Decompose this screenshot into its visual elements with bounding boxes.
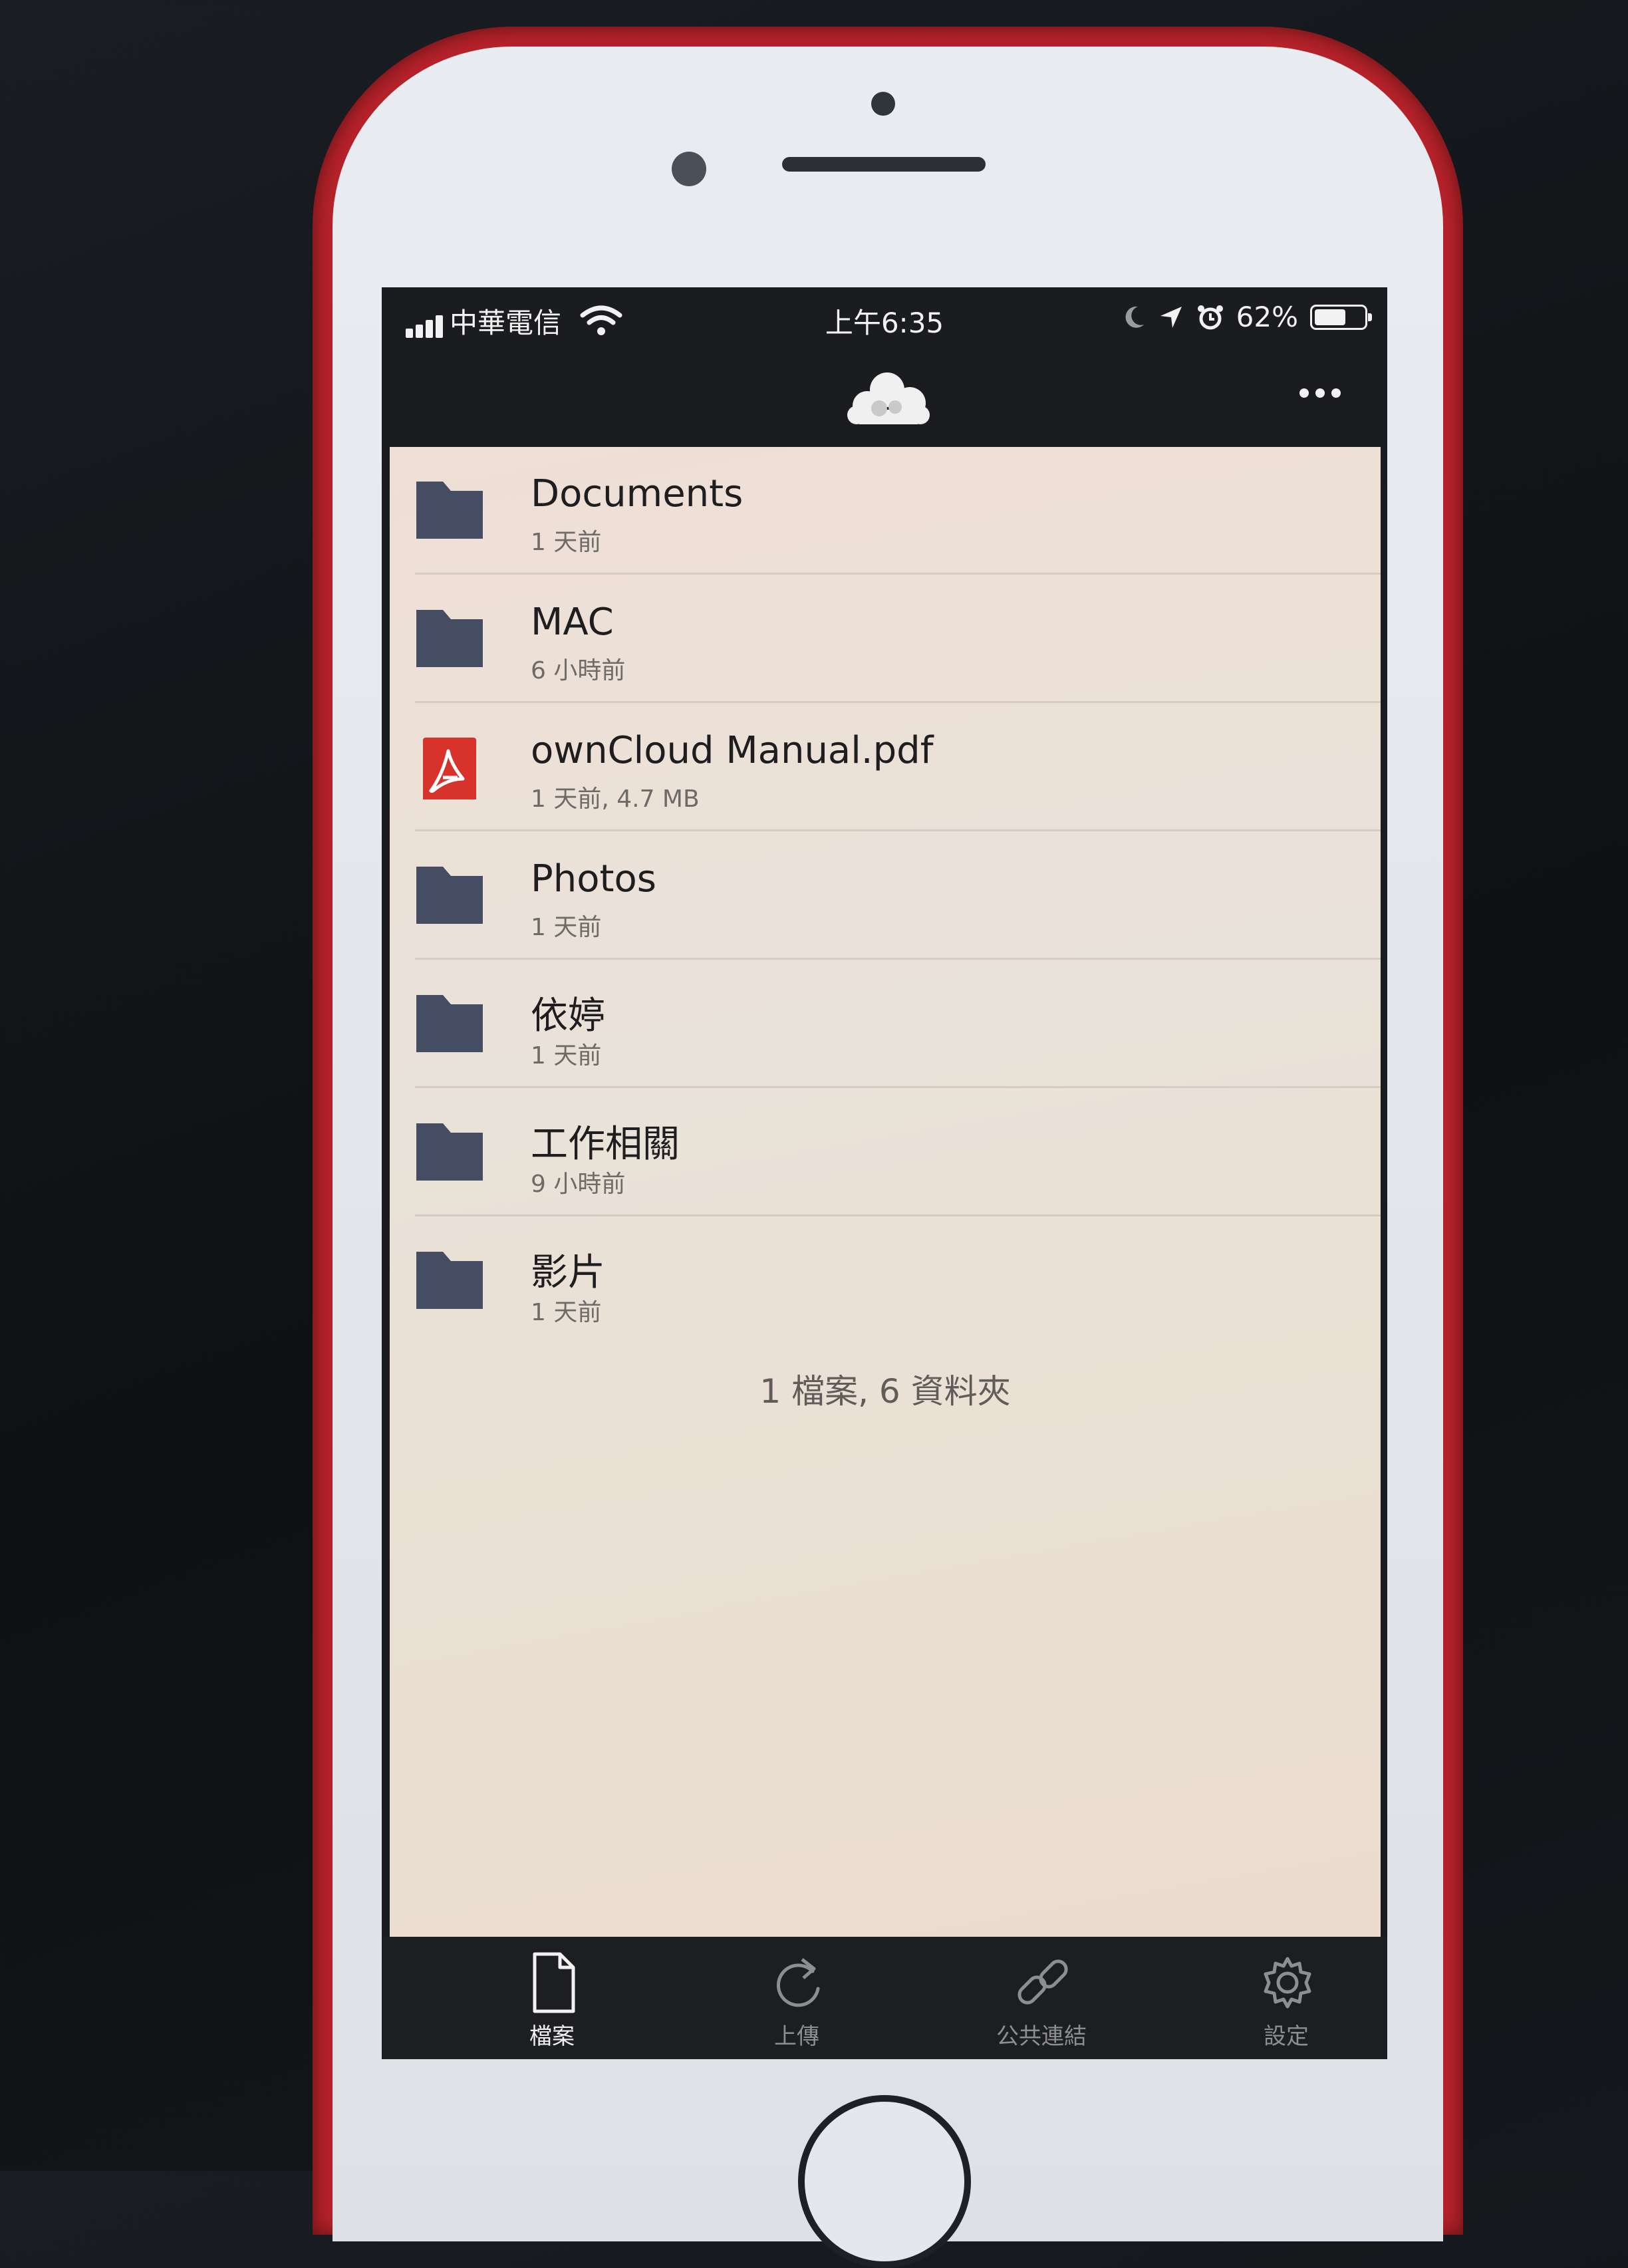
tab-label: 公共連結	[996, 2023, 1087, 2050]
folder-icon	[416, 995, 483, 1052]
folder-icon	[416, 867, 483, 924]
tab-label: 設定	[1264, 2023, 1309, 2050]
file-name: Documents	[531, 472, 744, 515]
file-meta: 1 天前, 4.7 MB	[531, 785, 700, 813]
folder-icon	[416, 1123, 483, 1181]
row-divider	[415, 958, 1381, 960]
file-name: MAC	[531, 601, 614, 644]
list-item[interactable]: MAC 6 小時前	[390, 575, 1381, 703]
battery-percent: 62%	[1236, 301, 1298, 333]
file-meta: 1 天前	[531, 914, 602, 941]
list-item[interactable]: ownCloud Manual.pdf 1 天前, 4.7 MB	[390, 704, 1381, 831]
list-item[interactable]: 依婷 1 天前	[390, 960, 1381, 1088]
tab-label: 上傳	[774, 2023, 819, 2050]
tab-label: 檔案	[529, 2023, 575, 2050]
list-item[interactable]: Documents 1 天前	[390, 447, 1381, 575]
list-item[interactable]: Photos 1 天前	[390, 832, 1381, 960]
file-meta: 1 天前	[531, 1299, 602, 1326]
front-camera	[672, 152, 706, 186]
status-bar: 中華電信 上午6:35 62%	[382, 287, 1387, 354]
row-divider	[415, 829, 1381, 831]
row-divider	[415, 1086, 1381, 1088]
tab-settings[interactable]: 設定	[1213, 1937, 1359, 2059]
battery-fill	[1315, 309, 1345, 325]
file-name: Photos	[531, 857, 656, 901]
file-name: 依婷	[531, 994, 605, 1038]
file-icon	[533, 1952, 575, 2013]
moon-icon	[1125, 306, 1144, 328]
row-divider	[415, 1214, 1381, 1216]
tab-bar: 檔案 上傳 公共連結 設定	[382, 1937, 1387, 2059]
proximity-sensor	[871, 92, 895, 116]
file-count-summary: 1 檔案, 6 資料夾	[759, 1372, 1011, 1411]
tab-public-links[interactable]: 公共連結	[968, 1937, 1115, 2059]
list-item[interactable]: 影片 1 天前	[390, 1217, 1381, 1345]
alarm-icon	[1197, 305, 1223, 329]
navigation-bar	[382, 354, 1387, 446]
file-name: 工作相關	[531, 1123, 680, 1166]
tab-files[interactable]: 檔案	[479, 1937, 625, 2059]
row-divider	[415, 701, 1381, 703]
refresh-icon	[776, 1958, 820, 2007]
folder-icon	[416, 482, 483, 539]
pdf-icon	[423, 738, 476, 799]
owncloud-logo-icon[interactable]	[841, 367, 934, 427]
row-divider	[415, 573, 1381, 575]
file-meta: 1 天前	[531, 529, 602, 556]
file-meta: 9 小時前	[531, 1171, 626, 1198]
folder-icon	[416, 610, 483, 667]
location-icon	[1160, 306, 1182, 328]
file-name: ownCloud Manual.pdf	[531, 729, 934, 772]
home-button[interactable]	[798, 2095, 971, 2268]
app-screen: 中華電信 上午6:35 62% Documents 1 天前 MAC 6 小時前…	[382, 287, 1387, 2059]
battery-icon	[1310, 304, 1372, 330]
file-meta: 6 小時前	[531, 657, 626, 684]
more-dots-icon[interactable]	[1299, 388, 1341, 398]
earpiece-speaker	[782, 157, 986, 172]
list-item[interactable]: 工作相關 9 小時前	[390, 1089, 1381, 1216]
file-list: Documents 1 天前 MAC 6 小時前 ownCloud Manual…	[390, 447, 1381, 1937]
gear-icon	[1264, 1957, 1311, 2009]
tab-upload[interactable]: 上傳	[724, 1937, 870, 2059]
file-name: 影片	[531, 1251, 605, 1294]
file-meta: 1 天前	[531, 1042, 602, 1069]
link-icon	[1018, 1959, 1068, 2005]
folder-icon	[416, 1252, 483, 1309]
